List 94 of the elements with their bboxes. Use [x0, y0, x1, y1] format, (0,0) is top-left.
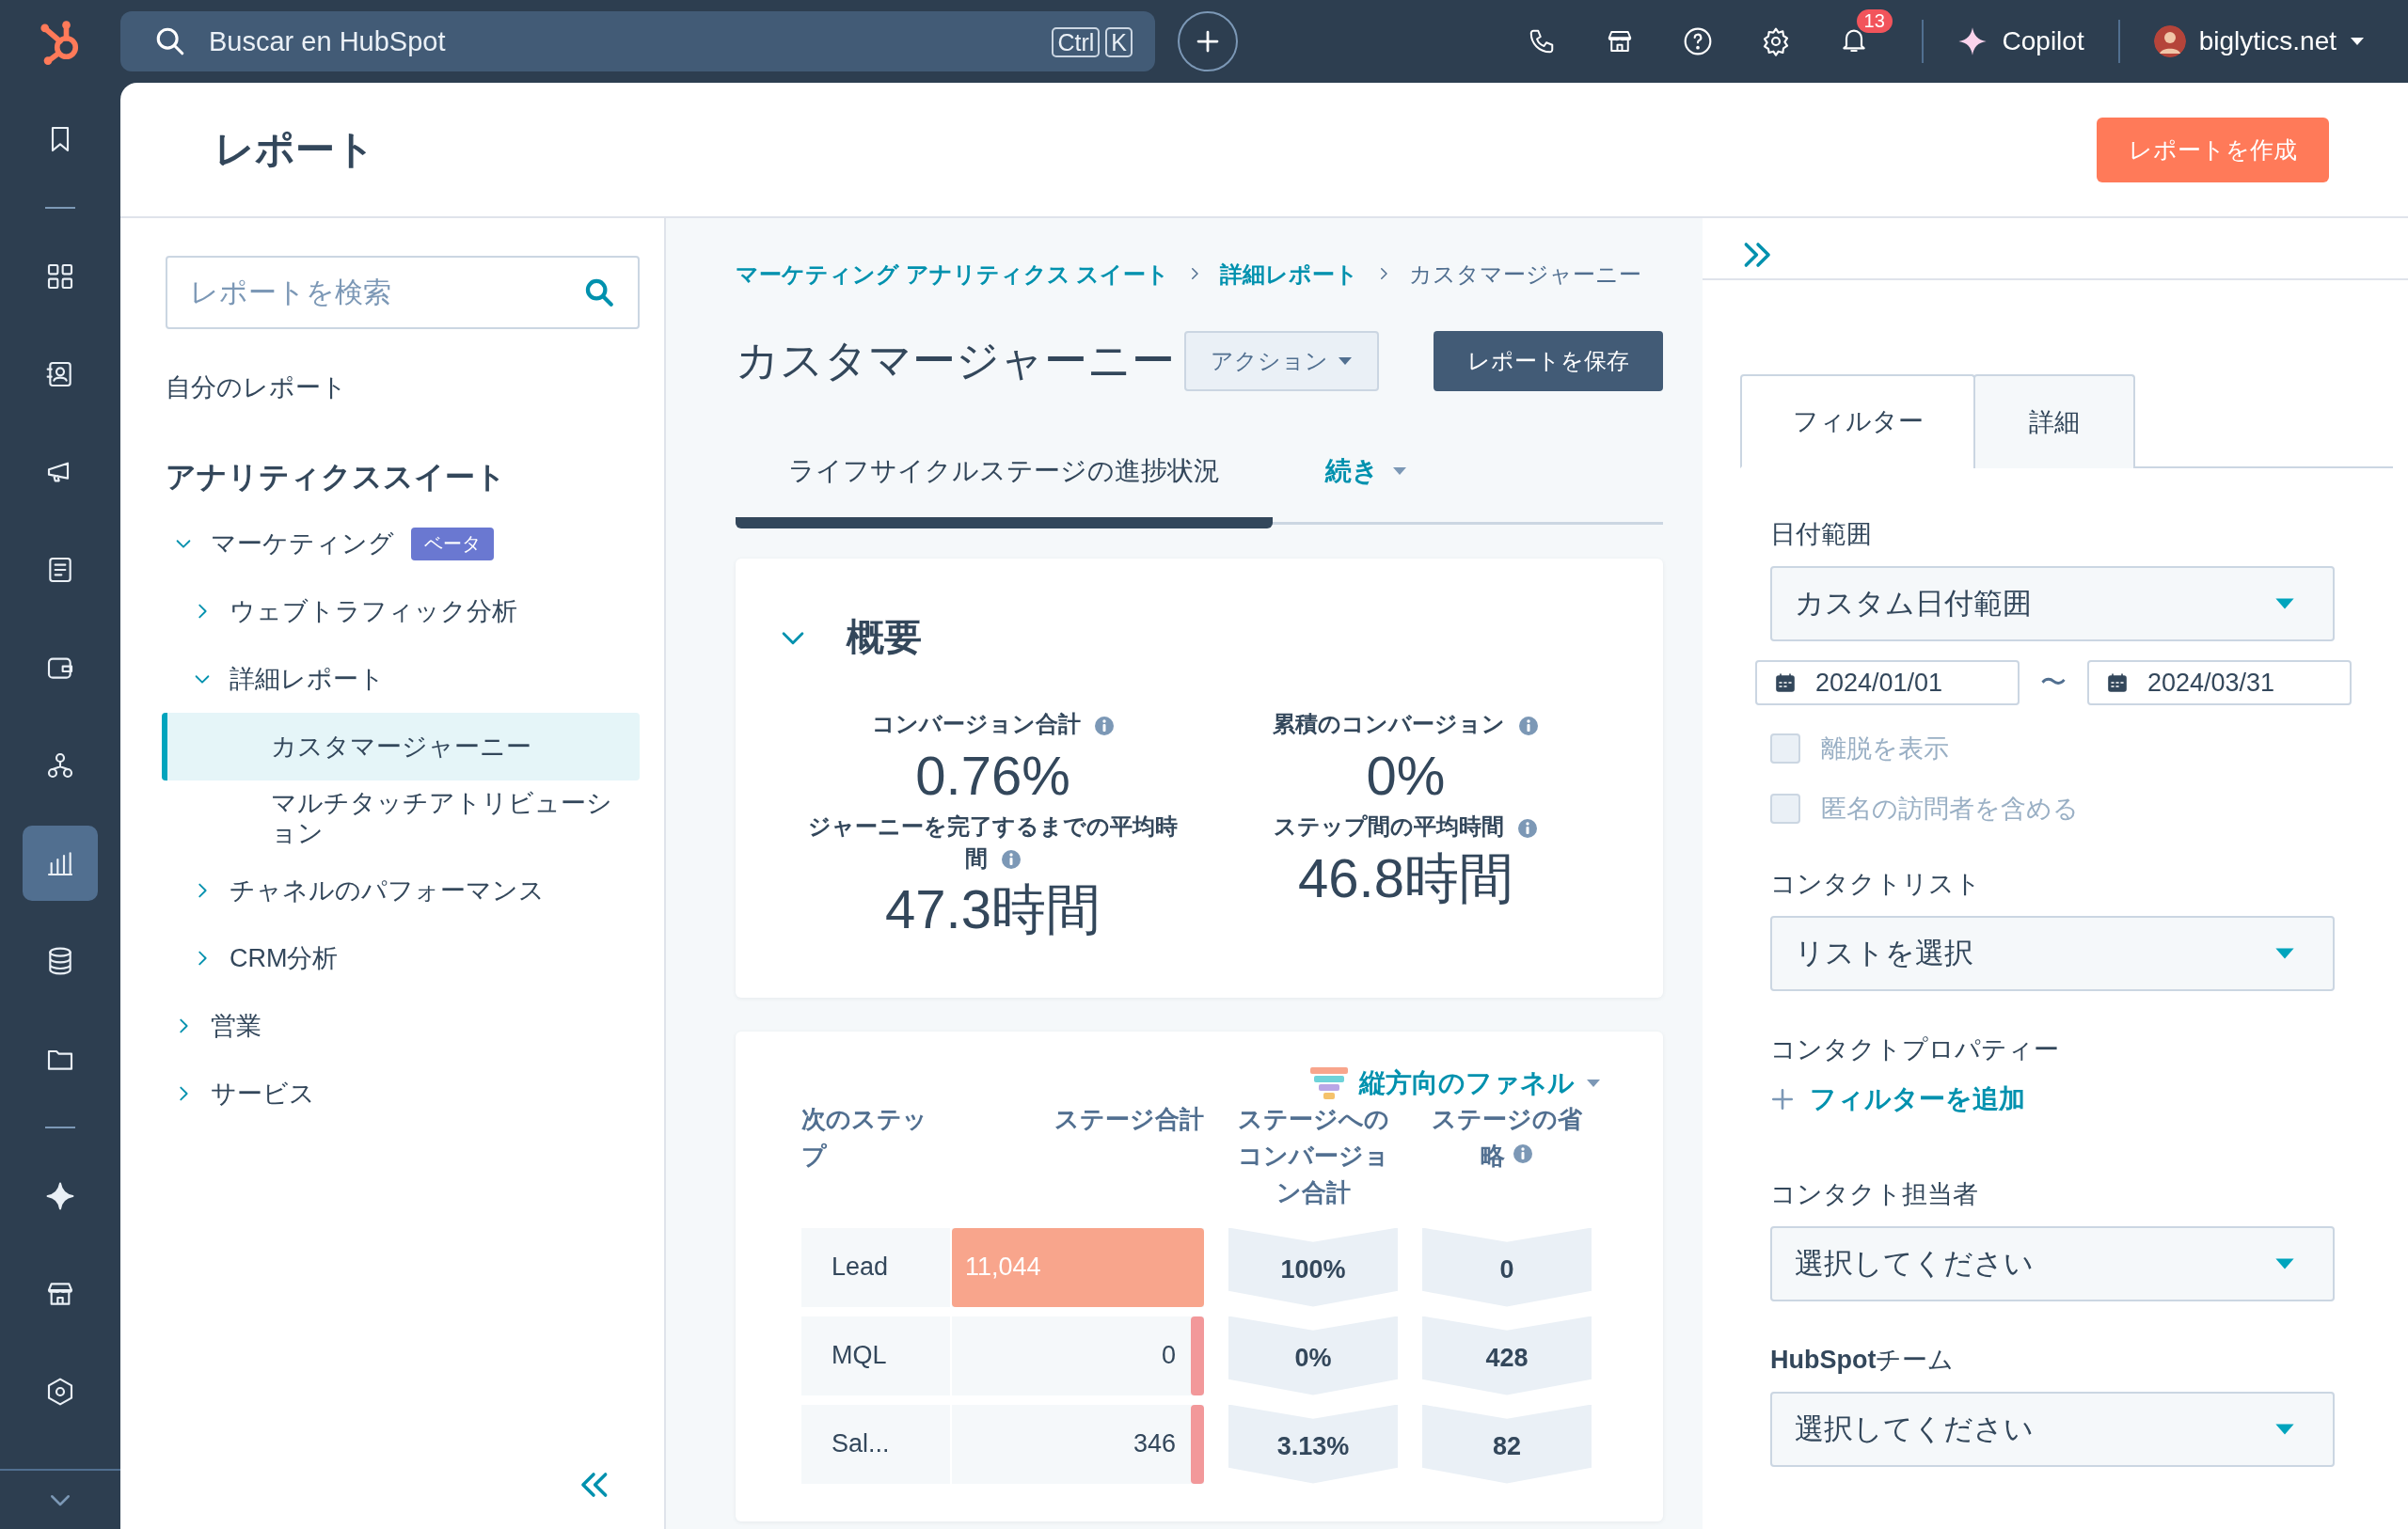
column-header: ステージ合計 [1054, 1103, 1204, 1135]
metric-value: 0% [1366, 743, 1446, 808]
metric-value: 46.8時間 [1298, 845, 1513, 910]
actions-dropdown[interactable]: アクション [1184, 331, 1379, 391]
report-tab[interactable]: ライフサイクルステージの進捗状況 [736, 440, 1273, 528]
avatar-icon [2153, 25, 2186, 57]
copilot-button[interactable]: Copilot [1951, 25, 2090, 57]
tree-item[interactable]: CRM分析 [230, 940, 339, 975]
info-icon [1093, 715, 1115, 736]
tree-item[interactable]: 営業 [211, 1008, 261, 1043]
panel-tab[interactable]: 詳細 [1973, 374, 2135, 468]
funnel-icon [1310, 1066, 1348, 1099]
summary-title: 概要 [847, 615, 922, 659]
field-label: コンタクト担当者 [1770, 1179, 1979, 1210]
search-field[interactable]: Buscar en HubSpot Ctrl K [120, 11, 1155, 71]
column-header: ステージへのコンバージョン合計 [1236, 1103, 1390, 1208]
end-date-field[interactable]: 2024/03/31 [2087, 660, 2352, 705]
help-icon [1683, 26, 1714, 56]
stage-total: 0 [1161, 1341, 1177, 1371]
tree-item[interactable]: サービス [211, 1076, 315, 1111]
metric-label: 累積のコンバージョン [1273, 708, 1539, 740]
start-date-field[interactable]: 2024/01/01 [1755, 660, 2020, 705]
caret-icon [2274, 947, 2295, 960]
info-icon [1512, 1143, 1533, 1164]
column-header: ステージの省略 [1431, 1103, 1583, 1172]
date-range-dropdown[interactable]: カスタム日付範囲 [1770, 566, 2335, 641]
dropoff-cell: 428 [1422, 1316, 1592, 1395]
metric-label: ジャーニーを完了するまでの平均時間 [807, 812, 1179, 873]
nav-rail-button[interactable] [23, 826, 98, 901]
field-label: 日付範囲 [1770, 519, 1873, 550]
caret-icon [2274, 597, 2295, 610]
field-label: コンタクトリスト [1770, 869, 1982, 900]
tree-item[interactable]: マーケティング [211, 527, 394, 560]
info-icon [1517, 817, 1538, 839]
metric-value: 47.3時間 [885, 877, 1101, 942]
caret-icon [1338, 356, 1353, 366]
stage-total: 346 [1133, 1429, 1177, 1459]
conversion-cell: 0% [1228, 1316, 1398, 1395]
shortcut-key: Ctrl [1052, 26, 1101, 57]
account-menu[interactable]: biglytics.net [2147, 24, 2370, 58]
caret-icon [2274, 1257, 2295, 1270]
conversion-cell: 3.13% [1228, 1404, 1398, 1484]
breadcrumb-current: カスタマージャーニー [1409, 260, 1642, 289]
search-icon [583, 276, 615, 308]
grid-icon [45, 261, 75, 292]
panel-tab[interactable]: フィルター [1740, 374, 1975, 468]
notification-count: 13 [1856, 9, 1893, 33]
stage-cell: Lead [801, 1227, 950, 1307]
hexagon-icon [45, 1377, 75, 1407]
caret-icon [1392, 466, 1407, 476]
checkbox-label: 匿名の訪問者を含める [1821, 794, 2079, 825]
sparkle-icon [45, 1181, 75, 1211]
contact-owner-dropdown[interactable]: 選択してください [1770, 1226, 2335, 1301]
tree-item[interactable]: マルチタッチアトリビューション [162, 780, 640, 857]
plus-icon [1770, 1087, 1795, 1111]
my-reports-link[interactable]: 自分のレポート [166, 370, 640, 404]
add-filter-link[interactable]: フィルターを追加 [1770, 1081, 2025, 1117]
field-label: HubSpotチーム [1770, 1345, 1956, 1376]
tree-item[interactable]: カスタマージャーニー [162, 713, 640, 780]
beta-badge: ベータ [411, 527, 494, 560]
caret-icon [1586, 1078, 1601, 1088]
report-title: カスタマージャーニー [736, 335, 1176, 386]
dropoff-cell: 82 [1422, 1404, 1592, 1484]
info-icon [1518, 715, 1539, 736]
team-dropdown[interactable]: 選択してください [1770, 1392, 2335, 1467]
calendar-icon [1774, 671, 1797, 694]
stage-cell: Sal... [801, 1404, 950, 1484]
stage-total: 11,044 [965, 1253, 1041, 1283]
hierarchy-icon [45, 750, 75, 780]
search-icon [154, 25, 186, 57]
section-heading: アナリティクススイート [166, 459, 507, 496]
column-header: 次のステップ [801, 1103, 927, 1172]
dropoff-cell: 0 [1422, 1227, 1592, 1307]
info-icon [1000, 849, 1022, 871]
shortcut-key: K [1105, 26, 1133, 57]
field-label: コンタクトプロパティー [1770, 1034, 2060, 1065]
tree-item[interactable]: チャネルのパフォーマンス [230, 873, 545, 907]
caret-icon [2274, 1423, 2295, 1436]
view-selector[interactable]: 縦方向のファネル [1359, 1064, 1575, 1101]
save-report-button[interactable]: レポートを保存 [1434, 331, 1663, 391]
page-title: レポート [214, 126, 376, 173]
metric-label: コンバージョン合計 [871, 708, 1115, 740]
conversion-cell: 100% [1228, 1227, 1398, 1307]
checkbox-label: 離脱を表示 [1821, 733, 1949, 764]
calendar-icon [2106, 671, 2129, 694]
add-button[interactable] [1178, 11, 1238, 71]
range-separator: 〜 [2040, 667, 2067, 699]
tree-item[interactable]: ウェブトラフィック分析 [230, 594, 517, 628]
metric-value: 0.76% [915, 743, 1070, 808]
tree-item[interactable]: 詳細レポート [230, 662, 385, 696]
contact-list-dropdown[interactable]: リストを選択 [1770, 916, 2335, 991]
caret-icon [2350, 37, 2365, 46]
metric-label: ステップ間の平均時間 [1274, 811, 1538, 843]
stage-cell: MQL [801, 1316, 950, 1395]
